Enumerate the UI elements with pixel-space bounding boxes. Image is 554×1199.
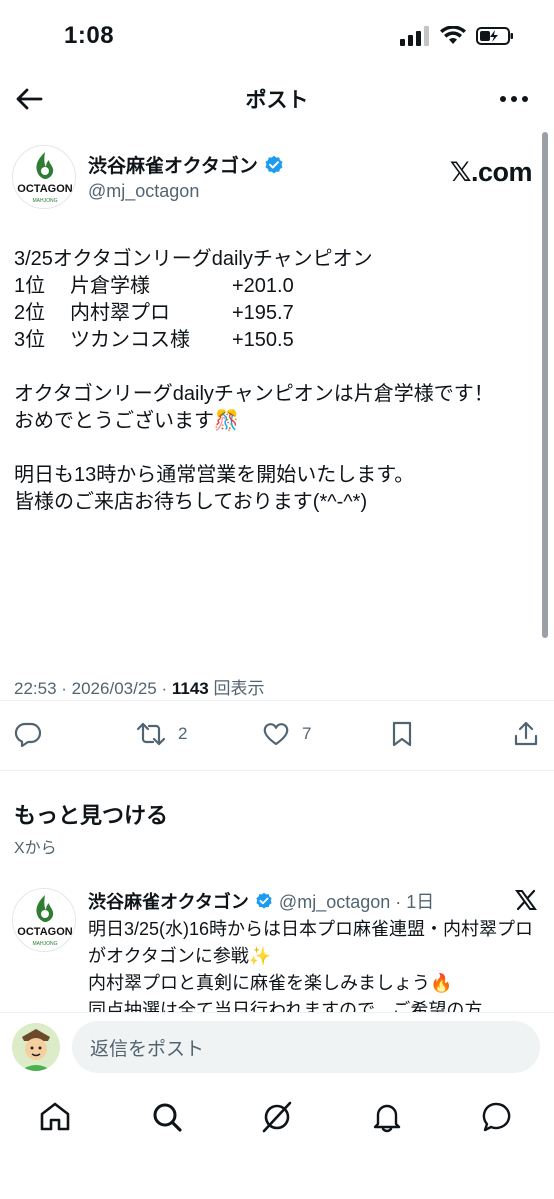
reply-input[interactable]: 返信をポスト [72, 1021, 540, 1073]
grok-icon[interactable] [260, 1100, 294, 1134]
divider [0, 770, 554, 771]
divider [0, 700, 554, 701]
repost-button[interactable]: 2 [136, 720, 187, 748]
related-line: 内村翠プロと真剣に麻雀を楽しみましょう🔥 [88, 973, 453, 993]
svg-text:MAHJONG: MAHJONG [33, 198, 58, 204]
view-count: 1143 [171, 679, 209, 698]
battery-icon [476, 27, 513, 45]
scrollbar[interactable] [542, 132, 548, 638]
status-icons [400, 26, 514, 46]
user-avatar[interactable] [12, 1023, 60, 1071]
tweet-timestamp[interactable]: 22:53 · 2026/03/25 · [14, 679, 172, 698]
author-handle[interactable]: @mj_octagon [88, 181, 199, 202]
bookmark-button[interactable] [388, 720, 416, 748]
related-header[interactable]: 渋谷麻雀オクタゴン @mj_octagon · 1日 [88, 888, 434, 914]
rank-score: +195.7 [232, 302, 294, 324]
status-bar: 1:08 [0, 0, 554, 72]
verified-icon [256, 892, 272, 909]
author-name-text: 渋谷麻雀オクタゴン [88, 156, 258, 177]
share-icon [514, 721, 538, 746]
search-icon[interactable] [150, 1100, 184, 1134]
view-label: 回表示 [208, 679, 265, 698]
signal-icon [400, 26, 429, 46]
rank-row: 2位 内村翠プロ +195.7 [14, 300, 534, 327]
tweet-para: 明日も13時から通常営業を開始いたします。 [14, 464, 415, 486]
tweet-para: おめでとうございます🎊 [14, 410, 239, 432]
rank-label: 2位 [14, 302, 46, 324]
source-label: 𝕏.com [449, 157, 533, 187]
svg-text:MAHJONG: MAHJONG [33, 941, 58, 947]
rank-label: 3位 [14, 329, 46, 351]
bottom-nav [0, 1090, 554, 1146]
octagon-logo-icon: OCTAGON MAHJONG [13, 889, 75, 951]
top-nav: ポスト [0, 72, 554, 126]
related-handle: @mj_octagon · 1日 [278, 892, 435, 912]
related-avatar[interactable]: OCTAGON MAHJONG [12, 888, 76, 952]
verified-icon [265, 155, 283, 173]
tweet-author: OCTAGON MAHJONG 渋谷麻雀オクタゴン @mj_octagon 𝕏.… [12, 143, 542, 215]
related-tweet-text[interactable]: 明日3/25(水)16時からは日本プロ麻雀連盟・内村翠プロがオクタゴンに参戦✨ … [88, 916, 538, 1012]
discover-sub: Xから [14, 840, 57, 857]
share-button[interactable] [512, 720, 540, 748]
tweet-text: 3/25オクタゴンリーグdailyチャンピオン 1位 片倉学様 +201.0 2… [14, 246, 534, 516]
discover-title: もっと見つける [14, 803, 169, 828]
notifications-icon[interactable] [370, 1100, 404, 1134]
svg-text:OCTAGON: OCTAGON [17, 926, 72, 938]
repost-count: 2 [178, 724, 188, 743]
messages-icon[interactable] [480, 1100, 514, 1134]
octagon-logo-icon: OCTAGON MAHJONG [13, 146, 75, 208]
rank-name: ツカンコス様 [70, 329, 190, 351]
related-line: 明日3/25(水)16時からは日本プロ麻雀連盟・内村翠プロがオクタゴンに参戦✨ [88, 919, 534, 966]
author-name[interactable]: 渋谷麻雀オクタゴン [88, 151, 284, 178]
tweet-para: 皆様のご来店お待ちしております(*^-^*) [14, 491, 368, 513]
tweet-para: オクタゴンリーグdailyチャンピオンは片倉学様です！ [14, 383, 494, 405]
rank-score: +201.0 [232, 275, 294, 297]
rank-label: 1位 [14, 275, 46, 297]
like-button[interactable]: 7 [262, 720, 311, 748]
more-icon[interactable] [500, 94, 528, 104]
wifi-icon [440, 26, 466, 44]
page-title: ポスト [245, 89, 309, 112]
related-line: 同点抽選は全て当日行われますので、ご希望の方 [88, 1000, 483, 1012]
status-time: 1:08 [64, 22, 115, 49]
rank-name: 内村翠プロ [70, 302, 170, 324]
tweet-actions: 2 7 [0, 716, 554, 754]
like-count: 7 [302, 724, 312, 743]
tweet-intro: 3/25オクタゴンリーグdailyチャンピオン [14, 248, 373, 270]
rank-score: +150.5 [232, 329, 294, 351]
home-icon[interactable] [38, 1100, 72, 1134]
related-author-name: 渋谷麻雀オクタゴン [88, 892, 249, 912]
reply-icon [14, 722, 42, 748]
rank-row: 3位 ツカンコス様 +150.5 [14, 327, 534, 354]
repost-icon [136, 722, 166, 746]
user-avatar-icon [12, 1023, 60, 1071]
reply-bar: 返信をポスト [0, 1012, 554, 1084]
rank-row: 1位 片倉学様 +201.0 [14, 273, 534, 300]
x-logo-icon [515, 889, 537, 911]
tweet-meta: 22:53 · 2026/03/25 · 1143 回表示 [14, 674, 264, 699]
rank-name: 片倉学様 [70, 275, 150, 297]
avatar[interactable]: OCTAGON MAHJONG [12, 145, 76, 209]
reply-button[interactable] [14, 720, 42, 748]
bookmark-icon [392, 721, 412, 747]
heart-icon [263, 723, 289, 746]
svg-text:OCTAGON: OCTAGON [17, 183, 72, 195]
